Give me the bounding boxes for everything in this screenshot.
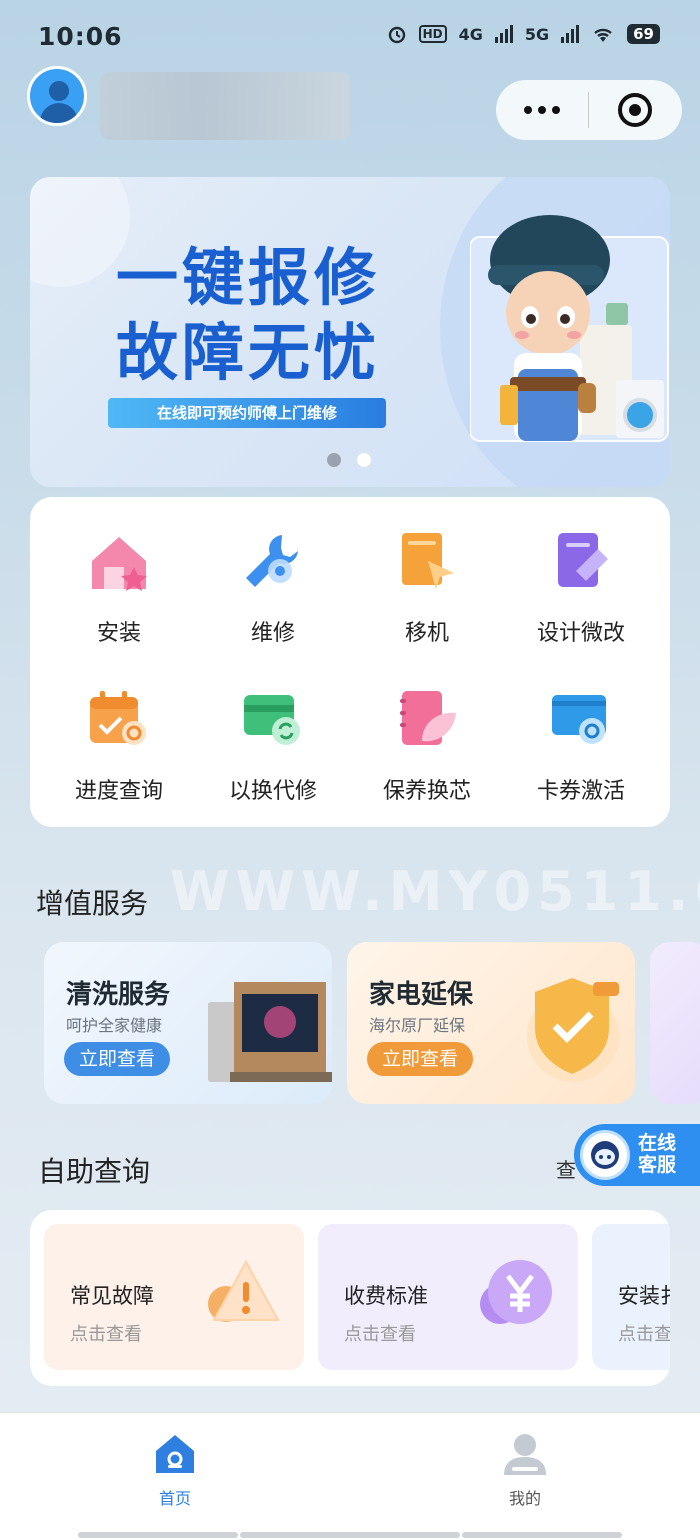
- hd-badge: HD: [418, 25, 447, 43]
- headset-agent-icon: [580, 1130, 630, 1180]
- service-grid: 安装 维修 移机 设计微改 进度查询 以换代修 保养换芯 卡券激活: [42, 527, 658, 805]
- promo-banner[interactable]: 一键报修 故障无忧 在线即可预约师傅上门维修: [30, 177, 670, 487]
- next-vas-card-peek[interactable]: [650, 942, 700, 1104]
- notebook-leaf-icon: [400, 691, 456, 745]
- query-item-faults[interactable]: 常见故障 点击查看: [44, 1224, 304, 1370]
- service-exchange[interactable]: 以换代修: [196, 685, 350, 805]
- service-label: 卡券激活: [536, 779, 625, 804]
- tab-mine-label: 我的: [508, 1489, 541, 1508]
- warranty-view-button[interactable]: 立即查看: [367, 1042, 473, 1076]
- service-install[interactable]: 安装: [42, 527, 196, 647]
- card-activate-icon: [552, 695, 606, 744]
- self-query-title: 自助查询: [38, 1155, 151, 1188]
- query-item-title: 安装扌: [618, 1284, 670, 1308]
- move-box-icon: [402, 533, 454, 589]
- query-item-subtitle: 点击查看: [70, 1324, 142, 1345]
- query-item-title: 常见故障: [70, 1284, 154, 1308]
- value-added-title: 增值服务: [36, 887, 149, 920]
- pagination-dot[interactable]: [327, 453, 341, 467]
- service-label: 以换代修: [228, 779, 317, 804]
- extended-warranty-card[interactable]: 家电延保 海尔原厂延保 立即查看: [347, 942, 635, 1104]
- warning-triangle-icon: [208, 1259, 280, 1322]
- design-ruler-icon: [558, 533, 608, 587]
- self-query-more-link[interactable]: 查: [556, 1154, 576, 1183]
- service-repair[interactable]: 维修: [196, 527, 350, 647]
- miniapp-target-icon[interactable]: [589, 93, 681, 127]
- battery-level: 69: [627, 24, 660, 44]
- network-4g-label: 4G: [458, 24, 483, 44]
- app-header: [0, 62, 700, 142]
- vas-card-title: 清洗服务: [66, 980, 171, 1010]
- service-grid-card: 安装 维修 移机 设计微改 进度查询 以换代修 保养换芯 卡券激活: [30, 497, 670, 827]
- cleaning-view-button[interactable]: 立即查看: [64, 1042, 170, 1076]
- miniapp-capsule: [496, 80, 682, 140]
- service-move[interactable]: 移机: [350, 527, 504, 647]
- service-coupon[interactable]: 卡券激活: [504, 685, 658, 805]
- alarm-icon: [388, 26, 405, 44]
- appliance-illustration: [208, 982, 332, 1082]
- service-maintenance[interactable]: 保养换芯: [350, 685, 504, 805]
- wifi-icon: [594, 28, 612, 42]
- status-bar: 10:06 HD 4G 5G 69: [0, 0, 700, 70]
- service-label: 移机: [404, 621, 449, 646]
- home-indicator-segment: [78, 1532, 238, 1538]
- self-query-card: 常见故障 点击查看 收费标准 点击查看 安装扌 点击查: [30, 1210, 670, 1386]
- watermark-text: WWW.MY0511.COM: [170, 860, 700, 923]
- vas-card-subtitle: 海尔原厂延保: [369, 1016, 466, 1035]
- banner-subtitle-pill: 在线即可预约师傅上门维修: [108, 398, 386, 428]
- status-icons: HD 4G 5G 69: [387, 24, 660, 44]
- service-design[interactable]: 设计微改: [504, 527, 658, 647]
- user-avatar-icon[interactable]: [27, 66, 87, 126]
- tab-mine[interactable]: 我的: [465, 1431, 585, 1509]
- wrench-icon: [246, 535, 298, 587]
- tab-home[interactable]: 首页: [115, 1431, 235, 1509]
- status-time: 10:06: [38, 22, 123, 51]
- cleaning-service-card[interactable]: 清洗服务 呵护全家健康 立即查看: [44, 942, 332, 1104]
- vas-card-title: 家电延保: [369, 980, 474, 1010]
- user-profile-icon: [504, 1434, 546, 1475]
- calendar-check-icon: [90, 691, 146, 745]
- query-item-title: 收费标准: [344, 1284, 428, 1308]
- pagination-dot-active[interactable]: [357, 453, 371, 467]
- shield-check-icon: [527, 978, 619, 1082]
- blurred-user-name: [100, 72, 350, 140]
- signal-icon-2: [561, 25, 580, 43]
- yuan-coin-icon: [480, 1260, 552, 1324]
- cs-label-line1: 在线: [638, 1132, 677, 1154]
- service-label: 保养换芯: [382, 779, 471, 804]
- service-label: 设计微改: [536, 621, 625, 646]
- query-item-subtitle: 点击查: [618, 1324, 670, 1345]
- vas-card-subtitle: 呵护全家健康: [66, 1016, 163, 1035]
- banner-pagination: [327, 453, 371, 467]
- online-customer-service-button[interactable]: 在线 客服: [574, 1124, 700, 1186]
- banner-title-line2: 故障无忧: [116, 316, 381, 389]
- repairman-illustration: [470, 215, 669, 442]
- service-label: 进度查询: [74, 779, 163, 804]
- home-indicator-segment: [462, 1532, 622, 1538]
- home-indicator-segment: [240, 1532, 460, 1538]
- banner-title-line1: 一键报修: [116, 241, 381, 314]
- service-label: 安装: [96, 621, 141, 646]
- more-dots-icon[interactable]: [496, 106, 588, 114]
- banner-decor-circle: [30, 177, 130, 287]
- query-item-fees[interactable]: 收费标准 点击查看: [318, 1224, 578, 1370]
- tab-home-label: 首页: [158, 1489, 191, 1508]
- bottom-tab-bar: 首页 我的: [0, 1412, 700, 1540]
- home-icon: [156, 1435, 194, 1473]
- network-5g-label: 5G: [524, 24, 550, 44]
- query-item-subtitle: 点击查看: [344, 1324, 416, 1345]
- exchange-card-icon: [244, 695, 300, 745]
- service-label: 维修: [250, 621, 295, 646]
- service-progress[interactable]: 进度查询: [42, 685, 196, 805]
- signal-icon: [494, 25, 513, 43]
- query-item-install-peek[interactable]: 安装扌 点击查: [592, 1224, 670, 1370]
- cs-label-line2: 客服: [638, 1154, 677, 1176]
- house-install-icon: [92, 537, 147, 591]
